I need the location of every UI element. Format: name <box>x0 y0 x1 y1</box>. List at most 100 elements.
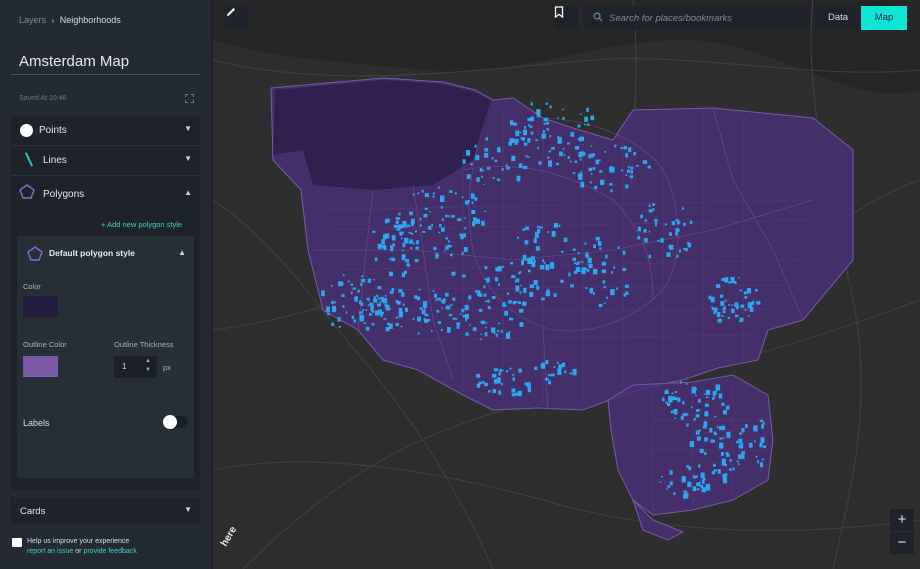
point-feature[interactable] <box>437 321 441 324</box>
point-feature[interactable] <box>401 272 406 278</box>
point-feature[interactable] <box>708 295 712 300</box>
point-feature[interactable] <box>411 221 414 227</box>
point-feature[interactable] <box>468 324 471 326</box>
point-feature[interactable] <box>471 209 476 214</box>
point-feature[interactable] <box>726 453 730 457</box>
point-feature[interactable] <box>761 424 764 429</box>
point-feature[interactable] <box>720 294 724 298</box>
point-feature[interactable] <box>454 318 458 320</box>
point-feature[interactable] <box>706 396 709 399</box>
point-feature[interactable] <box>720 301 725 306</box>
point-feature[interactable] <box>434 293 437 298</box>
point-feature[interactable] <box>470 163 473 166</box>
point-feature[interactable] <box>522 228 525 231</box>
layer-row-points[interactable]: Points ▼ <box>11 116 200 146</box>
point-feature[interactable] <box>553 366 556 369</box>
point-feature[interactable] <box>480 320 486 325</box>
point-feature[interactable] <box>754 440 756 443</box>
point-feature[interactable] <box>531 255 534 259</box>
point-feature[interactable] <box>696 488 700 491</box>
point-feature[interactable] <box>404 307 408 312</box>
point-feature[interactable] <box>436 254 440 257</box>
tab-data[interactable]: Data <box>815 6 861 30</box>
point-feature[interactable] <box>672 396 676 401</box>
point-feature[interactable] <box>464 304 469 311</box>
point-feature[interactable] <box>599 247 602 250</box>
point-feature[interactable] <box>625 153 628 157</box>
point-feature[interactable] <box>479 338 482 341</box>
point-feature[interactable] <box>510 262 514 265</box>
point-feature[interactable] <box>407 224 411 228</box>
point-feature[interactable] <box>391 257 396 262</box>
point-feature[interactable] <box>422 301 428 308</box>
point-feature[interactable] <box>705 389 711 395</box>
point-feature[interactable] <box>759 419 764 422</box>
point-feature[interactable] <box>699 448 704 454</box>
point-feature[interactable] <box>508 330 511 333</box>
point-feature[interactable] <box>511 393 516 397</box>
point-feature[interactable] <box>502 302 506 305</box>
point-feature[interactable] <box>654 218 658 223</box>
point-feature[interactable] <box>712 390 717 395</box>
point-feature[interactable] <box>602 280 606 284</box>
point-feature[interactable] <box>617 246 620 249</box>
point-feature[interactable] <box>577 261 580 264</box>
point-feature[interactable] <box>548 160 553 167</box>
point-feature[interactable] <box>537 146 539 150</box>
point-feature[interactable] <box>522 301 527 306</box>
point-feature[interactable] <box>630 166 634 169</box>
point-feature[interactable] <box>373 295 376 299</box>
point-feature[interactable] <box>598 159 601 162</box>
point-feature[interactable] <box>643 238 648 243</box>
point-feature[interactable] <box>578 136 582 142</box>
point-feature[interactable] <box>610 289 615 296</box>
point-feature[interactable] <box>674 391 677 393</box>
point-feature[interactable] <box>749 307 754 312</box>
point-feature[interactable] <box>441 218 444 221</box>
point-feature[interactable] <box>701 479 705 484</box>
point-feature[interactable] <box>512 374 515 376</box>
point-feature[interactable] <box>569 372 572 375</box>
point-feature[interactable] <box>432 195 435 198</box>
point-feature[interactable] <box>505 370 509 373</box>
point-feature[interactable] <box>542 130 545 133</box>
point-feature[interactable] <box>415 246 420 250</box>
point-feature[interactable] <box>603 302 606 304</box>
point-feature[interactable] <box>405 259 410 263</box>
point-feature[interactable] <box>716 312 721 318</box>
point-feature[interactable] <box>351 315 354 319</box>
point-feature[interactable] <box>379 301 381 304</box>
point-feature[interactable] <box>447 244 452 248</box>
point-feature[interactable] <box>445 214 448 218</box>
point-feature[interactable] <box>448 313 453 317</box>
point-feature[interactable] <box>435 298 438 302</box>
point-feature[interactable] <box>714 416 717 418</box>
point-feature[interactable] <box>491 327 496 333</box>
point-feature[interactable] <box>541 133 546 139</box>
point-feature[interactable] <box>585 254 589 258</box>
point-feature[interactable] <box>360 302 364 306</box>
point-feature[interactable] <box>517 390 522 397</box>
point-feature[interactable] <box>414 259 419 263</box>
point-feature[interactable] <box>591 153 596 157</box>
point-feature[interactable] <box>483 184 485 185</box>
point-feature[interactable] <box>342 305 345 308</box>
point-feature[interactable] <box>445 237 448 240</box>
point-feature[interactable] <box>683 247 687 251</box>
point-feature[interactable] <box>541 297 545 301</box>
point-feature[interactable] <box>492 296 496 299</box>
point-feature[interactable] <box>622 267 627 271</box>
point-feature[interactable] <box>558 224 561 228</box>
breadcrumb-layers[interactable]: Layers <box>19 15 46 25</box>
point-feature[interactable] <box>666 488 669 490</box>
point-feature[interactable] <box>637 236 640 240</box>
point-feature[interactable] <box>374 257 378 262</box>
point-feature[interactable] <box>527 387 532 393</box>
point-feature[interactable] <box>710 296 715 303</box>
point-feature[interactable] <box>452 297 456 301</box>
point-feature[interactable] <box>465 319 467 322</box>
point-feature[interactable] <box>401 254 406 261</box>
point-feature[interactable] <box>527 138 531 143</box>
point-feature[interactable] <box>371 322 375 326</box>
point-feature[interactable] <box>537 228 541 234</box>
